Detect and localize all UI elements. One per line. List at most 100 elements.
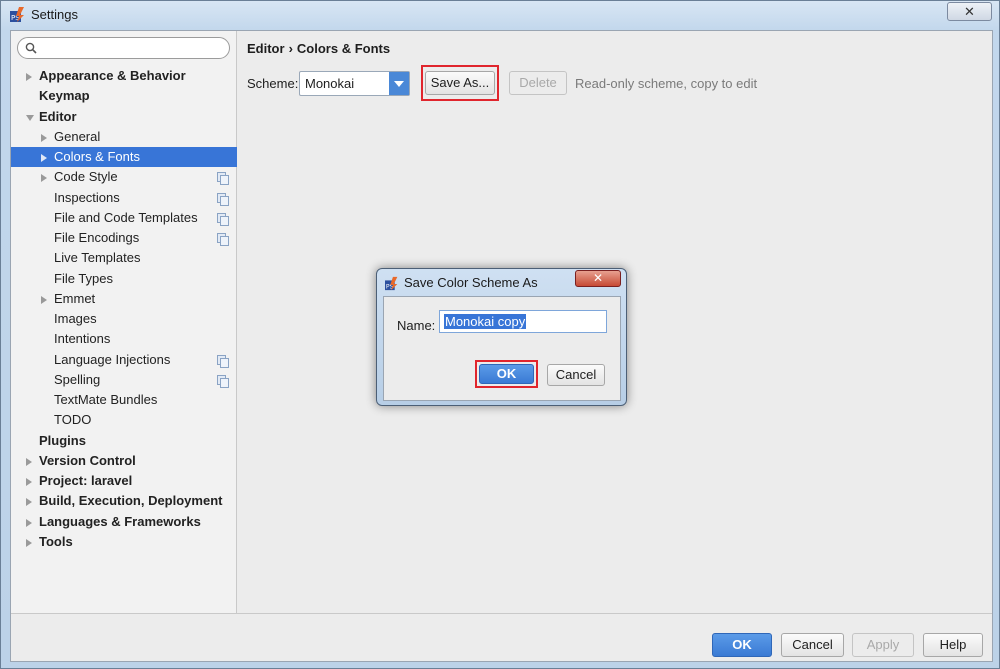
tree-item-label: Plugins: [39, 432, 86, 448]
phpstorm-app-icon: PS: [385, 276, 398, 290]
title-bar: PS Settings ✕: [1, 1, 1000, 29]
dialog-ok-button[interactable]: OK: [479, 364, 534, 384]
save-color-scheme-dialog: PS Save Color Scheme As ✕ Name: Monokai …: [376, 268, 627, 406]
collapsed-arrow-icon[interactable]: [26, 457, 32, 466]
tree-item[interactable]: Languages & Frameworks: [11, 512, 237, 532]
dialog-close-button[interactable]: ✕: [575, 270, 621, 287]
collapsed-arrow-icon[interactable]: [41, 295, 47, 304]
apply-button[interactable]: Apply: [852, 633, 914, 657]
settings-tree-panel: Appearance & Behavior Keymap Editor General…: [11, 31, 237, 613]
collapsed-arrow-icon[interactable]: [26, 538, 32, 547]
tree-item[interactable]: Colors & Fonts: [11, 147, 237, 168]
tree-item-label: Live Templates: [54, 250, 141, 266]
tree-item[interactable]: File and Code Templates: [11, 208, 237, 228]
project-scope-icon: [217, 172, 229, 186]
name-label: Name:: [397, 318, 436, 333]
collapsed-arrow-icon[interactable]: [26, 498, 32, 507]
tree-item[interactable]: Code Style: [11, 167, 237, 187]
tree-item[interactable]: Version Control: [11, 451, 237, 471]
delete-button[interactable]: Delete: [509, 71, 567, 95]
settings-tree: Appearance & Behavior Keymap Editor General…: [11, 66, 237, 552]
read-only-note: Read-only scheme, copy to edit: [575, 76, 758, 91]
name-input[interactable]: Monokai copy: [439, 310, 607, 333]
tree-item-label: Images: [54, 311, 97, 326]
close-icon: ✕: [592, 271, 604, 285]
collapsed-arrow-icon[interactable]: [26, 73, 32, 81]
tree-item[interactable]: Spelling: [11, 370, 237, 390]
window-title: Settings: [31, 7, 78, 22]
scheme-select[interactable]: Monokai: [299, 71, 410, 96]
help-button[interactable]: Help: [923, 633, 983, 657]
tree-item[interactable]: Project: laravel: [11, 471, 237, 491]
tree-item-label: Keymap: [39, 88, 90, 104]
tree-item[interactable]: Language Injections: [11, 350, 237, 370]
tree-item[interactable]: TextMate Bundles: [11, 390, 237, 410]
tree-item[interactable]: Plugins: [11, 431, 237, 451]
project-scope-icon: [217, 354, 229, 368]
project-scope-icon: [217, 233, 229, 246]
expanded-arrow-icon[interactable]: [26, 114, 34, 121]
tree-item-label: Code Style: [54, 169, 118, 185]
tree-item-label: File Encodings: [54, 230, 140, 245]
collapsed-arrow-icon[interactable]: [41, 174, 47, 183]
tree-item[interactable]: File Encodings: [11, 228, 237, 248]
breadcrumb-current: Colors & Fonts: [296, 41, 391, 56]
tree-item-label: Inspections: [54, 189, 120, 205]
scheme-selected-value: Monokai: [305, 76, 355, 91]
tree-item[interactable]: Inspections: [11, 188, 237, 208]
breadcrumb-parent[interactable]: Editor: [247, 41, 285, 56]
tree-item-label: Colors & Fonts: [54, 149, 140, 164]
tree-item-label: General: [54, 128, 101, 144]
dialog-cancel-button[interactable]: Cancel: [547, 364, 605, 386]
breadcrumb-separator: ›: [288, 41, 293, 56]
collapsed-arrow-icon[interactable]: [26, 518, 32, 527]
tree-item-label: Intentions: [54, 331, 111, 347]
ok-button[interactable]: OK: [712, 633, 772, 657]
tree-item-label: Project: laravel: [39, 473, 133, 488]
chevron-down-icon: [389, 72, 409, 95]
window-close-button[interactable]: ✕: [947, 2, 992, 21]
tree-item-label: Emmet: [54, 290, 96, 306]
bottom-button-bar: OK Cancel Apply Help: [11, 613, 992, 661]
project-scope-icon: [217, 192, 229, 206]
tree-item[interactable]: Editor: [11, 107, 237, 127]
tree-item[interactable]: Images: [11, 309, 237, 329]
tree-item[interactable]: General: [11, 127, 237, 147]
dialog-body: Name: Monokai copy OK Cancel: [383, 296, 621, 401]
tree-item[interactable]: TODO: [11, 410, 237, 430]
tree-item-label: TextMate Bundles: [54, 392, 158, 407]
tree-item-label: Build, Execution, Deployment: [39, 493, 223, 509]
cancel-button[interactable]: Cancel: [781, 633, 844, 657]
name-input-value: Monokai copy: [444, 314, 527, 329]
tree-item-label: Spelling: [54, 371, 101, 387]
close-icon: ✕: [964, 4, 975, 19]
tree-item[interactable]: Live Templates: [11, 248, 237, 268]
tree-item[interactable]: Tools: [11, 532, 237, 552]
tree-item[interactable]: Keymap: [11, 86, 237, 106]
breadcrumb: Editor › Colors & Fonts: [247, 41, 390, 56]
save-as-button[interactable]: Save As...: [425, 71, 495, 95]
tree-item-label: File Types: [54, 270, 114, 286]
tree-item-label: TODO: [54, 412, 92, 428]
search-icon: [25, 42, 37, 54]
tree-item-label: Language Injections: [54, 351, 171, 367]
scheme-label: Scheme:: [247, 76, 299, 91]
collapsed-arrow-icon[interactable]: [41, 133, 47, 142]
collapsed-arrow-icon[interactable]: [26, 478, 32, 486]
tree-item-label: File and Code Templates: [54, 209, 198, 225]
tree-item-label: Version Control: [39, 452, 136, 468]
tree-item-label: Editor: [39, 108, 77, 124]
tree-item-label: Tools: [39, 533, 73, 549]
tree-item[interactable]: Intentions: [11, 329, 237, 349]
search-input[interactable]: [17, 37, 230, 59]
tree-item[interactable]: Build, Execution, Deployment: [11, 491, 237, 511]
tree-item[interactable]: File Types: [11, 269, 237, 289]
dialog-title: Save Color Scheme As: [404, 275, 538, 290]
tree-item[interactable]: Emmet: [11, 289, 237, 309]
project-scope-icon: [217, 212, 229, 226]
collapsed-arrow-icon[interactable]: [41, 154, 47, 162]
phpstorm-app-icon: PS: [10, 7, 24, 22]
tree-item-label: Appearance & Behavior: [39, 68, 186, 83]
tree-item[interactable]: Appearance & Behavior: [11, 66, 237, 86]
project-scope-icon: [217, 374, 229, 388]
